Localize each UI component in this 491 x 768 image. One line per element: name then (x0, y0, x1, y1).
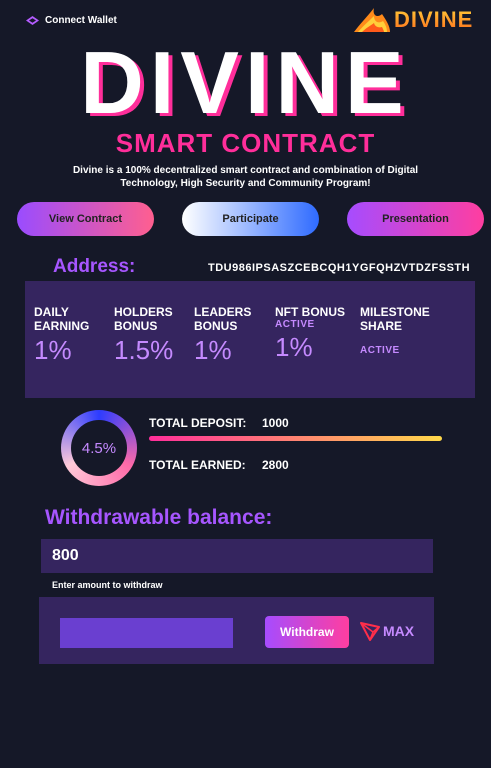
withdraw-panel: Withdraw MAX (39, 597, 434, 664)
progress-ring-center: 4.5% (71, 420, 127, 476)
total-deposit-value: 1000 (262, 416, 289, 430)
stat-title: BONUS (194, 319, 238, 333)
stat-title: BONUS (114, 319, 158, 333)
connect-wallet-button[interactable]: Connect Wallet (26, 15, 117, 26)
max-button[interactable]: MAX (359, 620, 414, 642)
stat-title: NFT BONUS (275, 305, 345, 319)
withdraw-amount-input[interactable] (60, 618, 233, 648)
withdraw-hint: Enter amount to withdraw (52, 580, 163, 590)
max-label: MAX (383, 623, 415, 639)
stat-value: 1% (194, 335, 232, 365)
top-bar: Connect Wallet DIVINE (0, 0, 491, 44)
total-deposit-label: TOTAL DEPOSIT: (149, 416, 247, 430)
wallet-icon (26, 16, 39, 25)
brand-logo[interactable]: DIVINE (352, 4, 473, 36)
stat-leaders-bonus: LEADERS BONUS 1% (194, 305, 251, 364)
stat-value: 1% (34, 335, 72, 365)
stat-title: DAILY (34, 305, 69, 319)
presentation-button[interactable]: Presentation (347, 202, 484, 236)
progress-percent: 4.5% (81, 439, 117, 457)
total-earned-value: 2800 (262, 458, 289, 472)
stat-holders-bonus: HOLDERS BONUS 1.5% (114, 305, 173, 364)
stat-value: 1% (275, 332, 313, 362)
hero-title: DIVINE DIVINE (0, 44, 491, 128)
total-earned-label: TOTAL EARNED: (149, 458, 246, 472)
progress-ring: 4.5% (61, 410, 137, 486)
hero-subtitle: SMART CONTRACT (115, 128, 376, 158)
address-value[interactable]: TDU986IPSASZCEBCQH1YGFQHZVTDZFSSTH (208, 262, 470, 274)
stat-badge: ACTIVE (360, 345, 400, 356)
stat-value: 1.5% (114, 335, 174, 365)
stat-title: LEADERS (194, 305, 252, 319)
progress-bar (149, 436, 442, 441)
address-label: Address: (53, 256, 136, 277)
stat-badge: ACTIVE (275, 319, 315, 330)
stat-title: SHARE (360, 319, 403, 333)
flame-icon (354, 8, 390, 32)
hero-description: Divine is a 100% decentralized smart con… (72, 165, 419, 189)
participate-button[interactable]: Participate (182, 202, 319, 236)
connect-wallet-label: Connect Wallet (45, 15, 117, 26)
stat-title: EARNING (34, 319, 90, 333)
stat-title: MILESTONE (360, 305, 430, 319)
logo-text: DIVINE (394, 7, 474, 32)
withdraw-button[interactable]: Withdraw (265, 616, 349, 648)
stat-daily-earning: DAILY EARNING 1% (34, 305, 89, 364)
view-contract-button[interactable]: View Contract (17, 202, 154, 236)
hero-title-text: DIVINE (80, 44, 409, 128)
withdrawable-balance-value: 800 (52, 547, 79, 564)
withdrawable-balance-label: Withdrawable balance: (45, 506, 273, 529)
stats-panel: DAILY EARNING 1% HOLDERS BONUS 1.5% LEAD… (25, 281, 475, 398)
stat-nft-bonus: NFT BONUS ACTIVE 1% (275, 305, 345, 361)
stat-milestone-share: MILESTONE SHARE ACTIVE (360, 305, 430, 356)
hero-title-graphic: DIVINE DIVINE (80, 44, 409, 128)
tron-icon (360, 622, 380, 641)
withdrawable-balance-box: 800 (41, 539, 433, 573)
stat-title: HOLDERS (114, 305, 173, 319)
